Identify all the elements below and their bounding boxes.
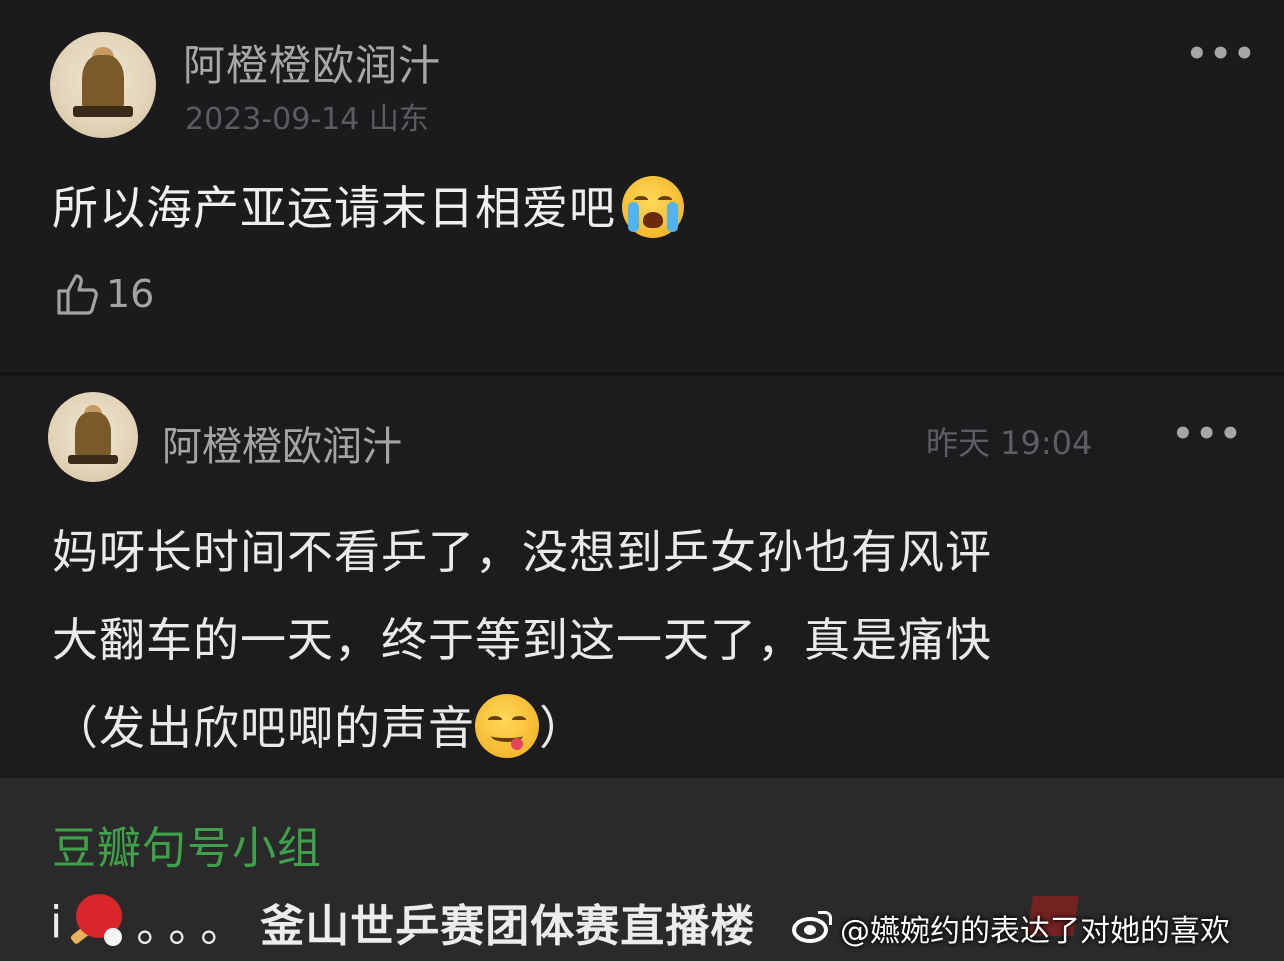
avatar-figure: [81, 55, 125, 114]
post-content-line-text: （发出欣吧唧的声音: [52, 701, 475, 755]
post-content-text: 所以海产亚运请末日相爱吧: [52, 181, 616, 235]
post-content-line: 妈呀长时间不看乒了，没想到乒女孙也有风评: [52, 525, 992, 579]
post-time: 昨天 19:04: [926, 424, 1093, 462]
post-content: 妈呀长时间不看乒了，没想到乒女孙也有风评 大翻车的一天，终于等到这一天了，真是痛…: [52, 508, 1232, 772]
avatar-figure: [75, 411, 111, 462]
ping-pong-icon: [66, 892, 128, 952]
like-count: 16: [106, 272, 155, 316]
more-options-icon[interactable]: •••: [1172, 414, 1243, 454]
group-post-title-text: 釜山世乒赛团体赛直播楼: [260, 901, 756, 952]
face-savoring-food-icon: [475, 694, 539, 758]
loudly-crying-face-icon: [622, 176, 684, 238]
watermark-text: @嬿婉约的表达了对她的喜欢: [840, 914, 1230, 949]
thumbs-up-icon: [57, 274, 98, 315]
avatar-base: [73, 106, 133, 117]
avatar[interactable]: [50, 32, 156, 138]
comment-post-1: 阿橙橙欧润汁 2023-09-14 山东 ••• 所以海产亚运请末日相爱吧 16: [0, 0, 1284, 372]
group-name[interactable]: 豆瓣句号小组: [52, 812, 322, 876]
post-content: 所以海产亚运请末日相爱吧: [52, 172, 684, 238]
more-options-icon[interactable]: •••: [1186, 34, 1257, 74]
group-post-prefix: i: [50, 896, 63, 948]
group-post-title[interactable]: i 。。。 釜山世乒赛团体赛直播楼: [50, 890, 755, 954]
post-content-line: （发出欣吧唧的声音 ）: [52, 684, 1232, 772]
watermark: @嬿婉约的表达了对她的喜欢: [790, 906, 1230, 950]
like-button[interactable]: 16: [54, 270, 154, 318]
post-content-line-tail: ）: [539, 701, 586, 755]
post-content-line: 大翻车的一天，终于等到这一天了，真是痛快: [52, 613, 992, 667]
avatar[interactable]: [48, 392, 138, 482]
avatar-base: [67, 455, 119, 464]
post-date-location: 2023-09-14 山东: [185, 102, 429, 137]
weibo-logo-icon: [790, 909, 834, 947]
author-name[interactable]: 阿橙橙欧润汁: [183, 32, 441, 93]
author-name[interactable]: 阿橙橙欧润汁: [162, 414, 402, 472]
group-post-dots: 。。。: [136, 901, 255, 952]
